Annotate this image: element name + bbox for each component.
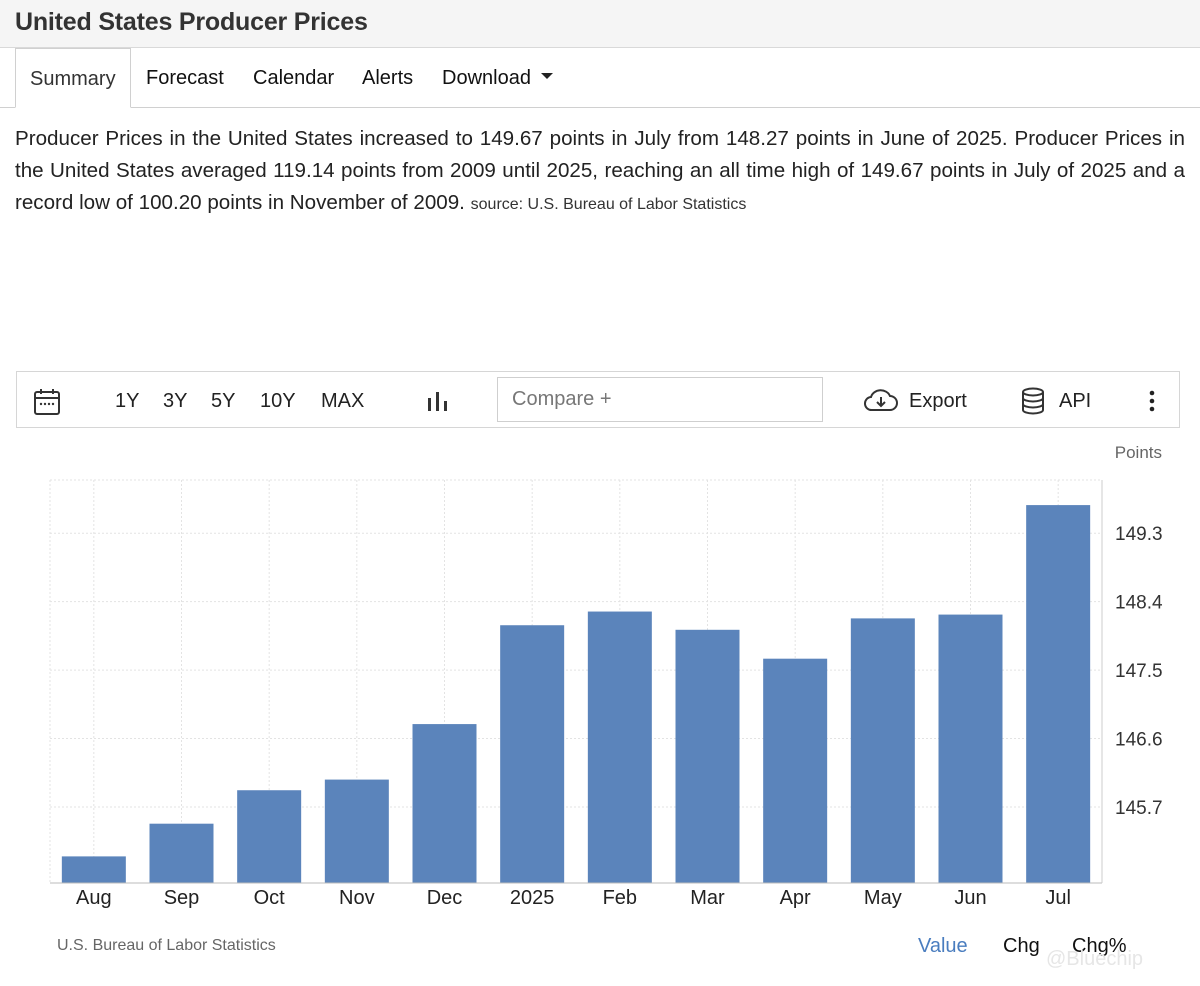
x-tick-label: Aug — [76, 887, 112, 909]
y-tick-label: 146.6 — [1115, 730, 1163, 751]
bar-2025 — [500, 625, 565, 883]
page-title: United States Producer Prices — [15, 8, 368, 36]
range-3y[interactable]: 3Y — [163, 372, 187, 429]
header-bar: United States Producer Prices — [0, 0, 1200, 48]
compare-input[interactable] — [497, 377, 823, 422]
bar-chart: 145.7 146.6 147.5 148.4 149.3 Aug Sep Oct Nov Dec… — [49, 479, 1163, 909]
y-tick-label: 149.3 — [1115, 524, 1163, 545]
bar-oct — [237, 790, 302, 883]
y-tick-label: 145.7 — [1115, 798, 1163, 819]
more-vertical-icon[interactable] — [1147, 389, 1157, 413]
bar-sep — [149, 823, 214, 883]
range-10y[interactable]: 10Y — [260, 372, 296, 429]
tab-alerts[interactable]: Alerts — [362, 48, 413, 107]
view-tab-chg[interactable]: Chg — [1003, 935, 1040, 958]
x-tick-label: Apr — [780, 887, 811, 909]
bar-apr — [763, 658, 828, 883]
x-tick-label: Nov — [339, 887, 375, 909]
tab-download[interactable]: Download — [442, 48, 553, 107]
bar-may — [850, 618, 915, 883]
x-tick-label: Feb — [603, 887, 637, 909]
cloud-download-icon[interactable] — [863, 388, 899, 414]
x-tick-label: 2025 — [510, 887, 555, 909]
range-max[interactable]: MAX — [321, 372, 364, 429]
caret-down-icon — [540, 72, 553, 79]
export-button[interactable]: Export — [909, 372, 967, 429]
y-tick-label: 148.4 — [1115, 593, 1163, 614]
bar-jun — [938, 614, 1003, 883]
api-button[interactable]: API — [1059, 372, 1091, 429]
tab-download-label: Download — [442, 67, 531, 89]
chart-source: U.S. Bureau of Labor Statistics — [57, 937, 276, 954]
view-tab-value[interactable]: Value — [918, 935, 968, 958]
bar-chart-icon[interactable] — [427, 390, 449, 412]
x-tick-label: Dec — [427, 887, 463, 909]
bar-feb — [587, 611, 652, 883]
bar-jul — [1026, 505, 1091, 883]
chart-toolbar: 1Y 3Y 5Y 10Y MAX Export API — [16, 371, 1180, 428]
bar-nov — [324, 779, 389, 883]
summary-paragraph: Producer Prices in the United States inc… — [15, 123, 1185, 221]
watermark-text: @Bluechip — [1046, 948, 1144, 970]
calendar-icon[interactable] — [33, 388, 61, 416]
x-tick-label: Oct — [254, 887, 286, 909]
x-tick-label: Sep — [164, 887, 200, 909]
bar-dec — [412, 724, 477, 883]
x-tick-label: May — [864, 887, 902, 909]
database-icon[interactable] — [1021, 387, 1045, 415]
tab-calendar[interactable]: Calendar — [253, 48, 334, 107]
x-tick-label: Mar — [690, 887, 725, 909]
x-tick-label: Jul — [1045, 887, 1071, 909]
summary-source: source: U.S. Bureau of Labor Statistics — [470, 196, 747, 213]
bar-mar — [675, 629, 740, 883]
tab-summary[interactable]: Summary — [15, 48, 131, 108]
tab-bar: Summary Forecast Calendar Alerts Downloa… — [0, 48, 1200, 108]
x-tick-label: Jun — [954, 887, 986, 909]
range-1y[interactable]: 1Y — [115, 372, 139, 429]
y-tick-label: 147.5 — [1115, 661, 1163, 682]
watermark: @Bluechip — [1046, 948, 1143, 971]
tab-forecast[interactable]: Forecast — [146, 48, 224, 107]
range-5y[interactable]: 5Y — [211, 372, 235, 429]
bar-aug — [61, 856, 126, 883]
